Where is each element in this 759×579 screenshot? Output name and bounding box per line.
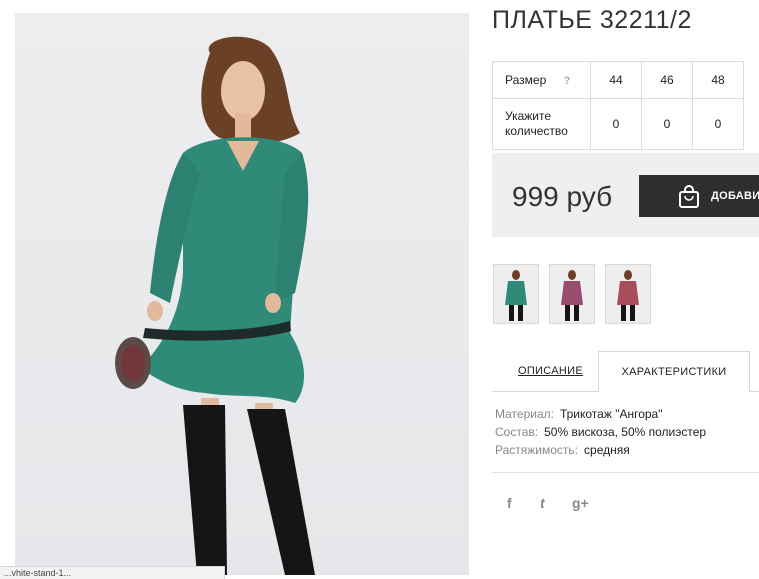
spec-key: Материал: <box>495 407 554 421</box>
size-quantity-table: Размер ? 44 46 48 Укажите количество 0 0… <box>492 61 744 150</box>
price-box: 999 руб ДОБАВИТЬ <box>492 153 759 237</box>
size-46: 46 <box>641 61 693 99</box>
spec-key: Состав: <box>495 425 539 439</box>
facebook-icon[interactable]: f <box>507 495 512 511</box>
quantity-input-46[interactable]: 0 <box>641 98 693 150</box>
product-tabs: ОПИСАНИЕ ХАРАКТЕРИСТИКИ <box>492 351 759 393</box>
spec-row: Состав: 50% вискоза, 50% полиэстер <box>495 423 706 441</box>
spec-key: Растяжимость: <box>495 443 579 457</box>
price: 999 руб <box>512 181 613 212</box>
tab-description[interactable]: ОПИСАНИЕ <box>518 365 583 377</box>
specs-list: Материал: Трикотаж "Ангора" Состав: 50% ви… <box>495 405 706 459</box>
product-photo[interactable] <box>15 13 469 575</box>
size-label: Размер <box>505 73 547 87</box>
spec-value: средняя <box>584 443 630 457</box>
divider <box>492 472 759 473</box>
size-44: 44 <box>590 61 642 99</box>
spec-row: Материал: Трикотаж "Ангора" <box>495 405 706 423</box>
size-48: 48 <box>692 61 744 99</box>
google-plus-icon[interactable]: g+ <box>572 495 589 511</box>
thumbnail-2[interactable] <box>549 264 595 324</box>
twitter-icon[interactable]: t <box>540 495 545 511</box>
browser-status-bar: ...vhite-stand-1... <box>0 566 225 579</box>
quantity-input-44[interactable]: 0 <box>590 98 642 150</box>
thumbnail-1[interactable] <box>493 264 539 324</box>
spec-row: Растяжимость: средняя <box>495 441 706 459</box>
product-title: ПЛАТЬЕ 32211/2 <box>492 6 692 34</box>
quantity-input-48[interactable]: 0 <box>692 98 744 150</box>
help-icon[interactable]: ? <box>564 75 571 87</box>
add-to-cart-button[interactable]: ДОБАВИТЬ <box>639 175 759 217</box>
tab-characteristics[interactable]: ХАРАКТЕРИСТИКИ <box>598 351 750 393</box>
shopping-bag-icon <box>677 185 701 212</box>
add-to-cart-label: ДОБАВИТЬ <box>711 190 759 202</box>
spec-value: Трикотаж "Ангора" <box>559 407 663 421</box>
size-header: Размер ? <box>492 61 591 99</box>
spec-value: 50% вискоза, 50% полиэстер <box>544 425 707 439</box>
quantity-header: Укажите количество <box>492 98 591 150</box>
thumbnail-3[interactable] <box>605 264 651 324</box>
quantity-label: Укажите количество <box>505 109 568 138</box>
